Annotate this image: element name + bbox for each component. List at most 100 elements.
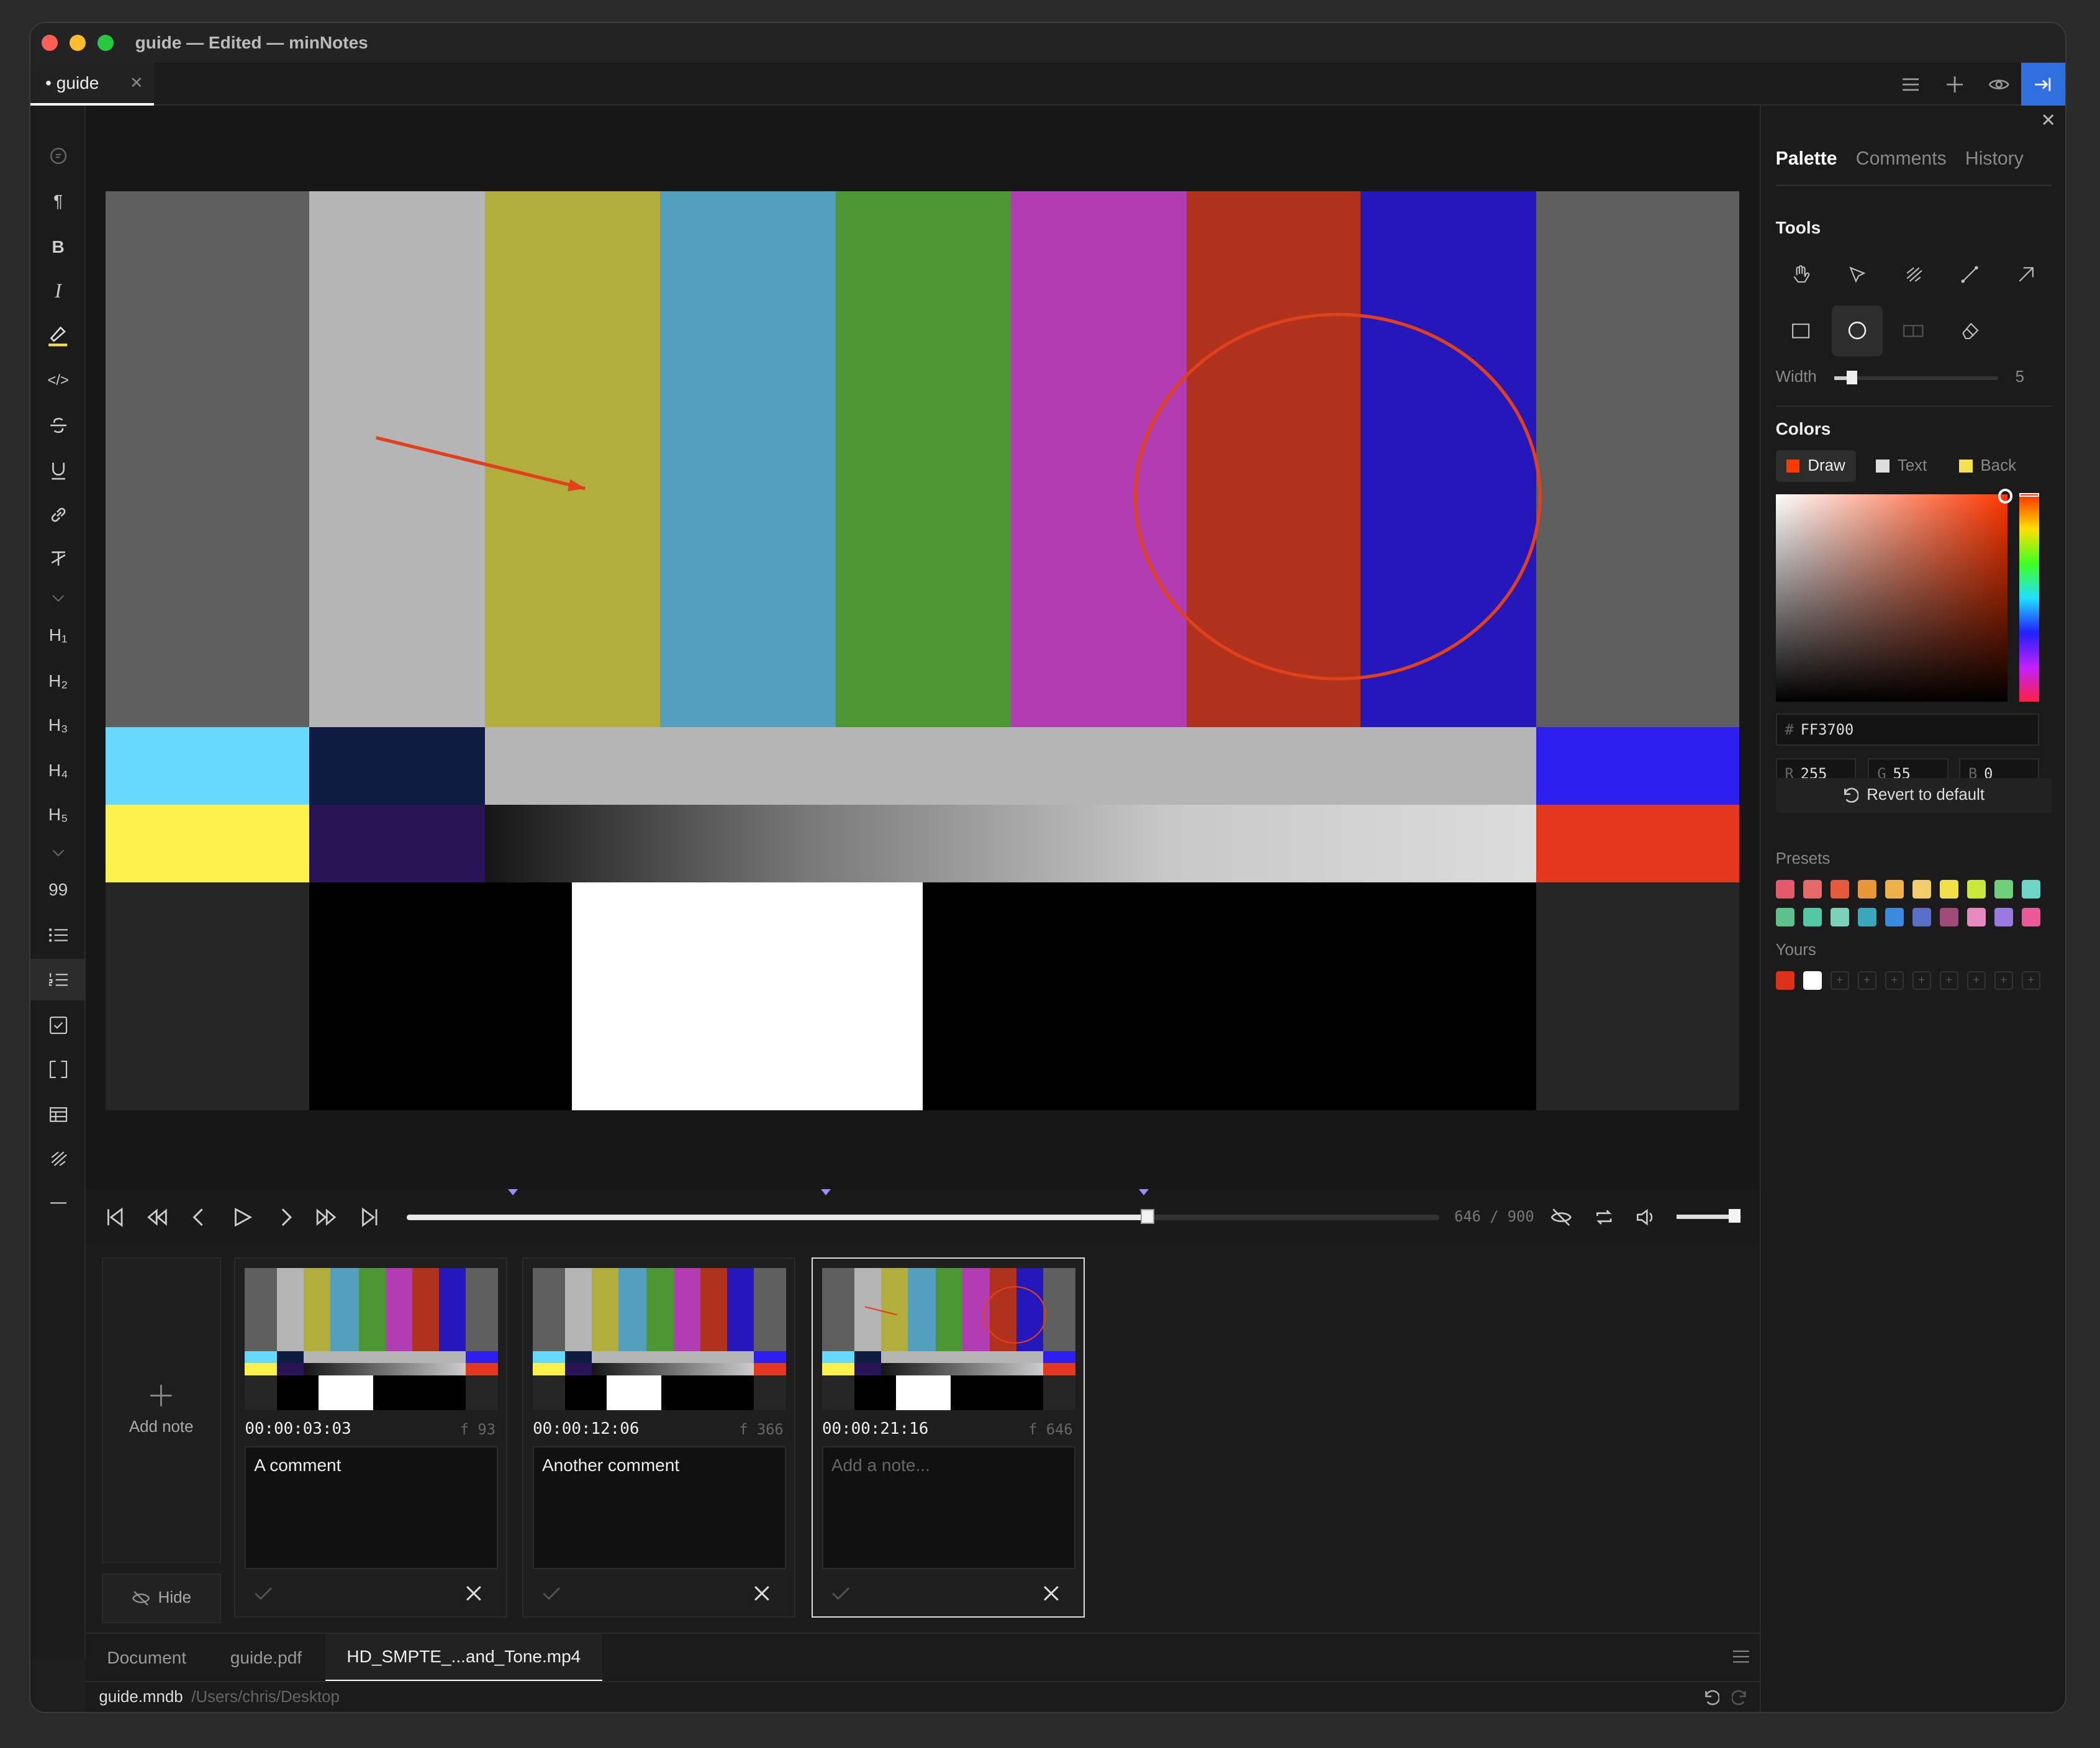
preset-swatch[interactable] — [1939, 908, 1958, 927]
source-tab-pdf[interactable]: guide.pdf — [209, 1634, 323, 1682]
preset-swatch[interactable] — [1885, 908, 1904, 927]
empty-swatch-slot[interactable]: + — [1830, 971, 1849, 990]
note-timecode[interactable]: 00:00:03:03 — [245, 1420, 351, 1438]
note-card-selected[interactable]: 00:00:21:16 f 646 — [811, 1257, 1085, 1618]
preset-swatch[interactable] — [1966, 879, 1986, 899]
preset-swatch[interactable] — [1912, 879, 1931, 899]
strikethrough-button[interactable] — [30, 404, 85, 446]
fast-forward-icon[interactable] — [316, 1207, 338, 1228]
heading-3-button[interactable]: H₃ — [30, 704, 85, 746]
preset-swatch[interactable] — [1830, 879, 1849, 899]
table-button[interactable] — [30, 1094, 85, 1136]
inline-code-button[interactable]: </> — [30, 360, 85, 402]
preset-swatch[interactable] — [2021, 908, 2040, 927]
line-tool[interactable] — [1944, 249, 1995, 300]
clear-format-button[interactable] — [30, 538, 85, 580]
close-window-button[interactable] — [41, 34, 58, 51]
quote-button[interactable]: 99 — [30, 869, 85, 911]
delete-note-icon[interactable] — [1043, 1585, 1059, 1601]
empty-swatch-slot[interactable]: + — [2021, 971, 2040, 990]
preset-swatch[interactable] — [1939, 879, 1958, 899]
note-input[interactable] — [821, 1446, 1075, 1570]
check-icon[interactable] — [831, 1585, 850, 1601]
playback-timeline[interactable] — [407, 1189, 1440, 1225]
preset-swatch[interactable] — [1912, 908, 1931, 927]
rewind-icon[interactable] — [146, 1207, 168, 1228]
check-icon[interactable] — [254, 1585, 273, 1601]
heading-2-button[interactable]: H₂ — [30, 660, 85, 702]
tab-history[interactable]: History — [1965, 148, 2024, 170]
skip-start-icon[interactable] — [104, 1207, 126, 1228]
underline-button[interactable] — [30, 450, 85, 492]
hex-field[interactable]: # FF3700 — [1775, 713, 2040, 746]
loop-icon[interactable] — [1593, 1207, 1615, 1228]
draw-button[interactable] — [30, 1138, 85, 1180]
step-forward-icon[interactable] — [274, 1207, 296, 1228]
note-timecode[interactable]: 00:00:21:16 — [822, 1420, 928, 1438]
divider-button[interactable] — [30, 1182, 85, 1224]
ordered-list-button[interactable] — [30, 959, 86, 1000]
volume-slider[interactable] — [1677, 1209, 1741, 1223]
preview-button[interactable] — [1977, 63, 2021, 106]
preset-swatch[interactable] — [1857, 908, 1876, 927]
volume-knob[interactable] — [1728, 1209, 1741, 1223]
add-note-button[interactable]: Add note — [101, 1257, 221, 1563]
note-marker[interactable] — [508, 1189, 518, 1195]
hide-notes-button[interactable]: Hide — [101, 1574, 221, 1623]
saturation-picker[interactable] — [1775, 494, 2007, 702]
note-thumbnail[interactable] — [821, 1268, 1075, 1410]
note-text[interactable]: A comment — [245, 1446, 498, 1570]
comment-button[interactable] — [30, 135, 85, 177]
source-tab-video[interactable]: HD_SMPTE_...and_Tone.mp4 — [325, 1633, 602, 1682]
empty-swatch-slot[interactable]: + — [1912, 971, 1931, 990]
delete-note-icon[interactable] — [466, 1585, 482, 1601]
rectangle-tool[interactable] — [1776, 306, 1827, 356]
timeline-playhead[interactable] — [1140, 1209, 1154, 1225]
link-button[interactable] — [30, 494, 85, 536]
width-slider-knob[interactable] — [1846, 371, 1858, 384]
empty-swatch-slot[interactable]: + — [1939, 971, 1958, 990]
hue-slider[interactable] — [2019, 494, 2040, 702]
tab-palette[interactable]: Palette — [1776, 148, 1837, 170]
preset-swatch[interactable] — [1775, 879, 1795, 899]
preset-swatch[interactable] — [1994, 908, 2013, 927]
arrow-annotation[interactable] — [376, 436, 586, 491]
collapse-toggle-1[interactable] — [30, 582, 85, 615]
back-color-target[interactable]: Back — [1948, 450, 2027, 482]
select-tool[interactable] — [1832, 249, 1883, 300]
custom-swatch[interactable] — [1775, 971, 1795, 990]
note-thumbnail[interactable] — [533, 1268, 786, 1410]
code-block-button[interactable] — [30, 1049, 85, 1090]
heading-1-button[interactable]: H₁ — [30, 615, 85, 656]
volume-icon[interactable] — [1635, 1207, 1657, 1228]
close-panel-icon[interactable] — [2042, 114, 2054, 125]
preset-swatch[interactable] — [1775, 908, 1795, 927]
note-timecode[interactable]: 00:00:12:06 — [533, 1420, 639, 1438]
empty-swatch-slot[interactable]: + — [1966, 971, 1986, 990]
hamburger-icon[interactable] — [1732, 1650, 1749, 1664]
note-thumbnail[interactable] — [245, 1268, 498, 1410]
note-text[interactable]: Another comment — [533, 1446, 786, 1570]
delete-note-icon[interactable] — [754, 1585, 770, 1601]
heading-4-button[interactable]: H₄ — [30, 750, 85, 792]
checklist-button[interactable] — [30, 1004, 85, 1046]
preset-swatch[interactable] — [1803, 908, 1822, 927]
minimize-window-button[interactable] — [69, 34, 86, 51]
video-frame[interactable] — [106, 191, 1740, 1110]
pan-tool[interactable] — [1776, 249, 1827, 300]
preset-swatch[interactable] — [1994, 879, 2013, 899]
highlight-button[interactable] — [30, 315, 85, 356]
skip-end-icon[interactable] — [359, 1207, 381, 1228]
width-slider[interactable] — [1834, 371, 1998, 384]
redo-icon[interactable] — [1731, 1688, 1749, 1706]
ellipse-tool[interactable] — [1832, 305, 1883, 356]
text-color-target[interactable]: Text — [1865, 450, 1937, 482]
draw-color-target[interactable]: Draw — [1775, 450, 1856, 482]
circle-annotation[interactable] — [1134, 312, 1542, 681]
text-box-tool[interactable] — [1888, 306, 1939, 356]
play-icon[interactable] — [232, 1207, 253, 1228]
revert-button[interactable]: Revert to default — [1775, 777, 2052, 813]
note-marker[interactable] — [820, 1189, 831, 1195]
empty-swatch-slot[interactable]: + — [1994, 971, 2013, 990]
preset-swatch[interactable] — [1803, 879, 1822, 899]
